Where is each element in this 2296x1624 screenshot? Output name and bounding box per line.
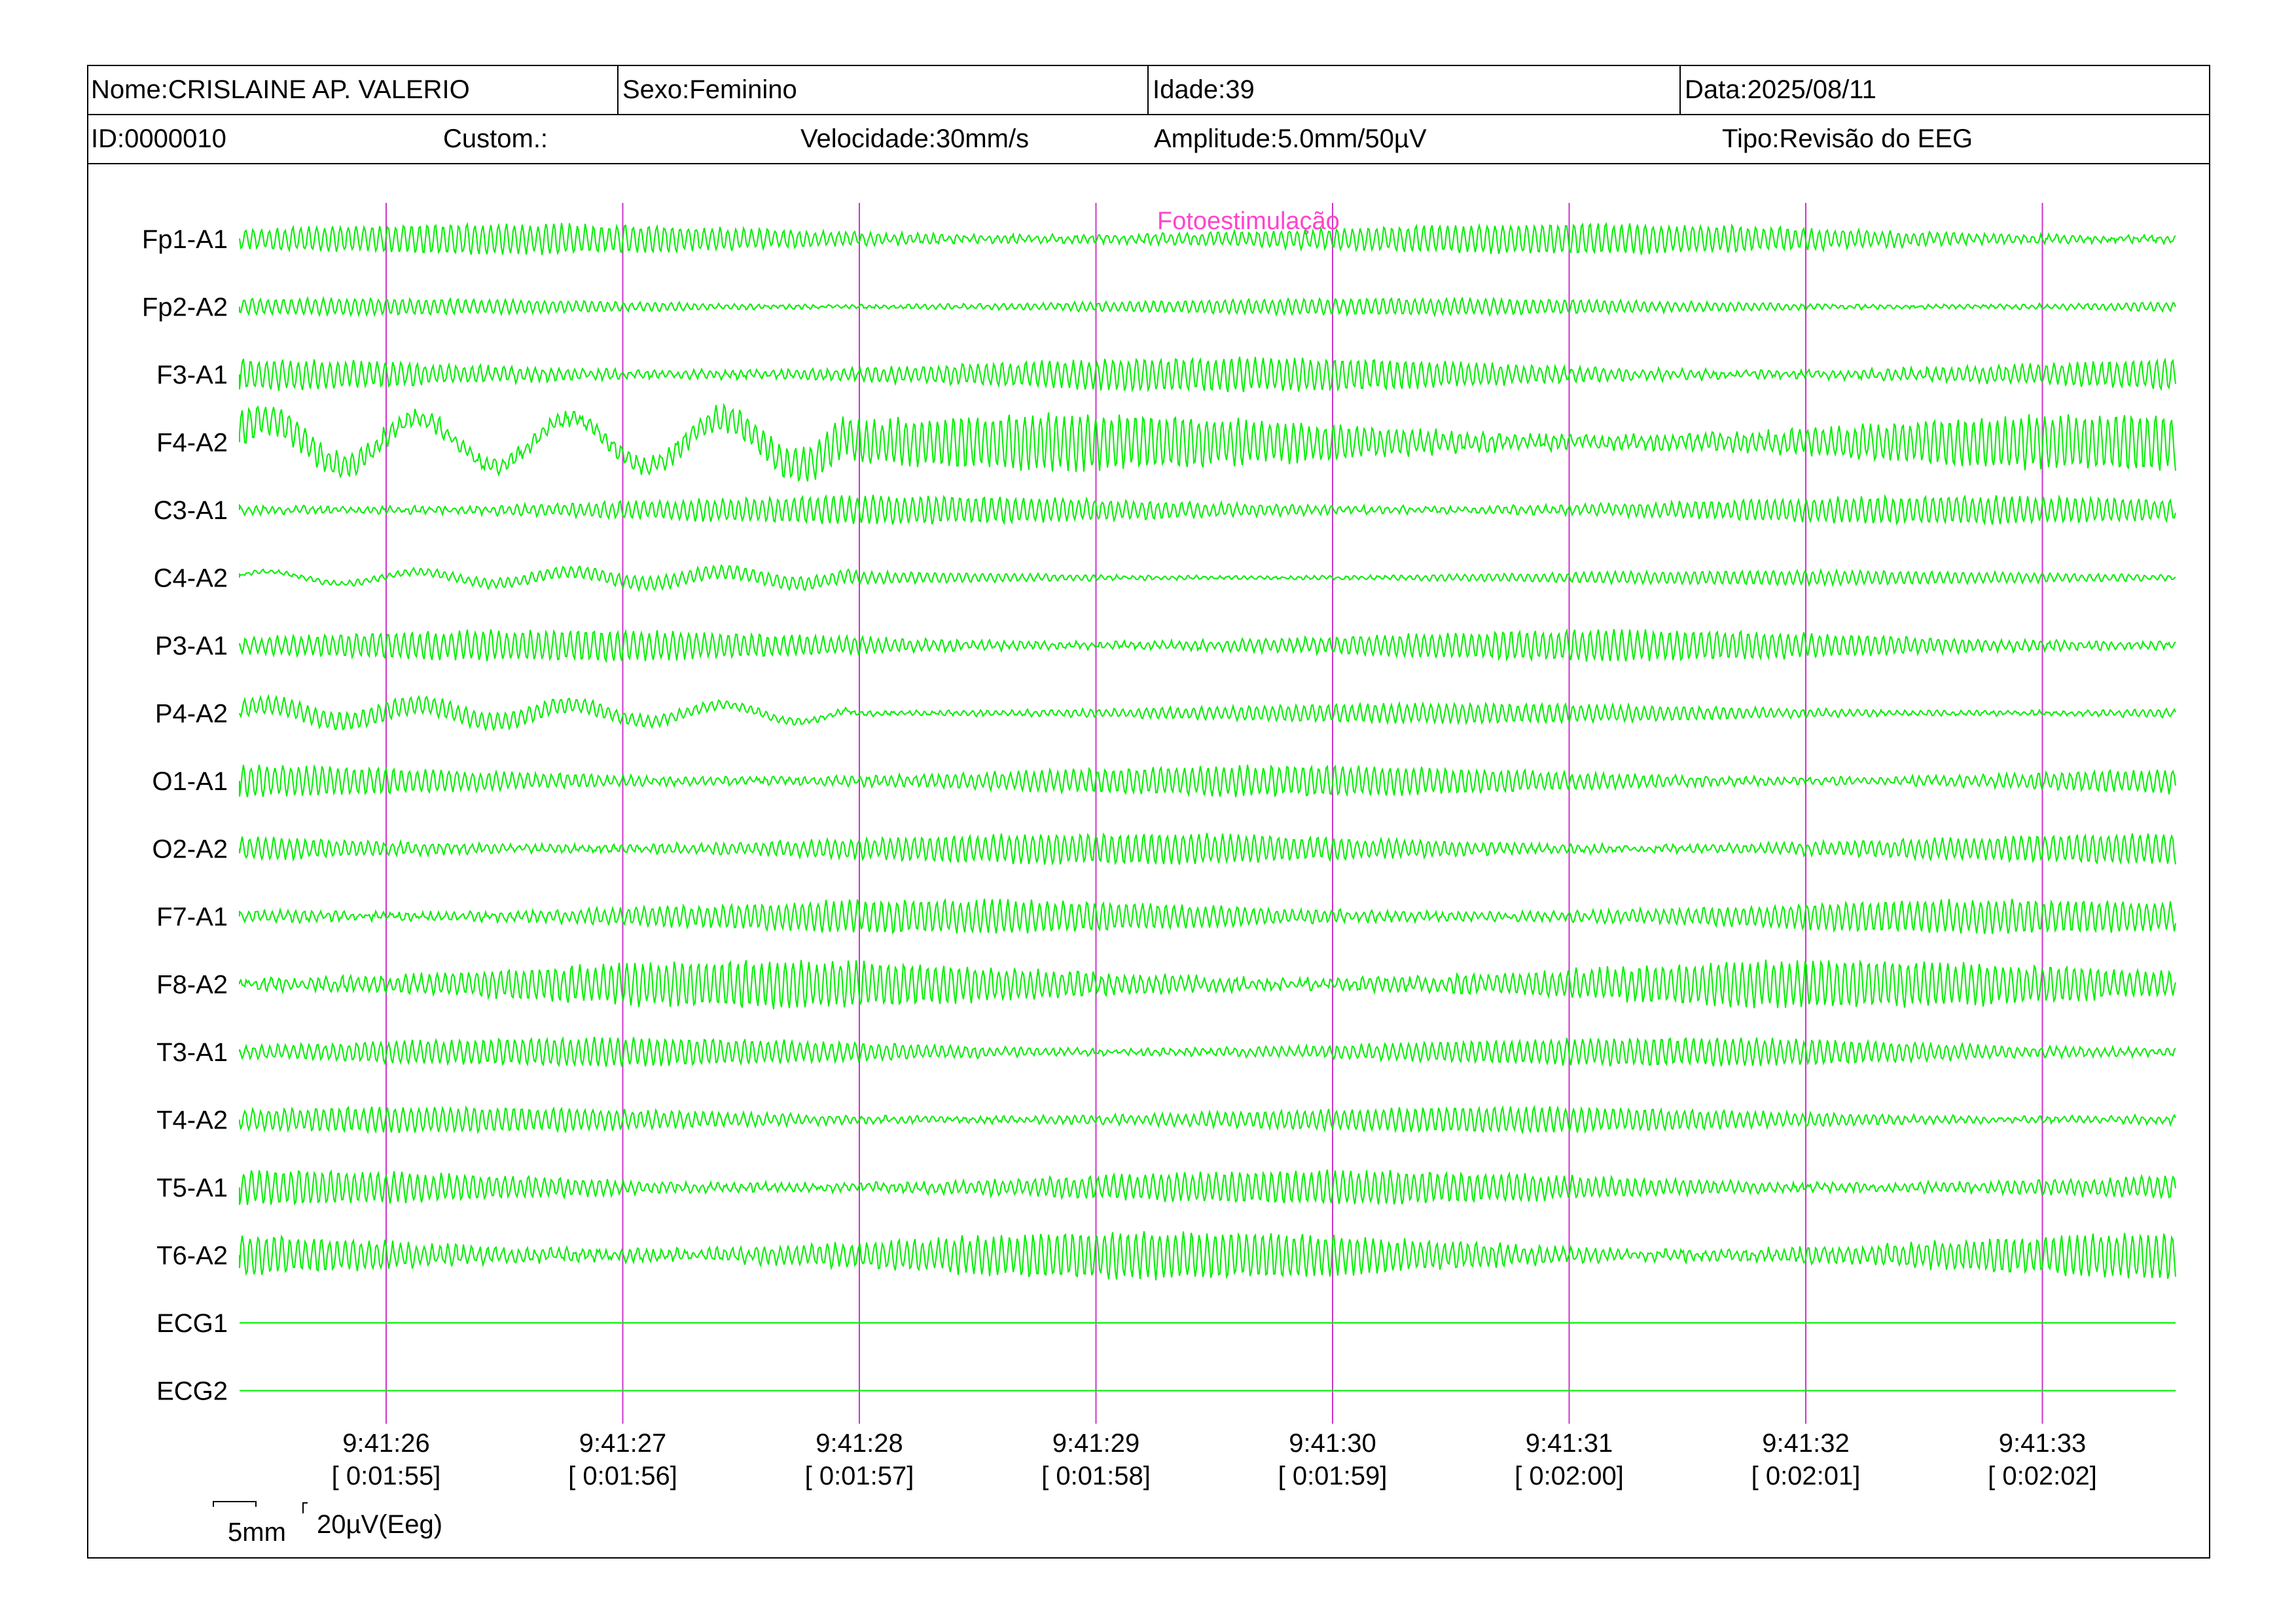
channel-label-ecg2: ECG2 xyxy=(156,1377,228,1406)
channel-label-p4-a2: P4-A2 xyxy=(155,700,228,729)
time-clock-label: 9:41:31 xyxy=(1526,1429,1613,1458)
channel-label-f7-a1: F7-A1 xyxy=(156,903,228,931)
trace-f7-a1 xyxy=(239,897,2176,935)
time-clock-label: 9:41:33 xyxy=(1999,1429,2086,1458)
time-elapsed-label: [ 0:01:56] xyxy=(568,1462,677,1490)
time-clock-label: 9:41:32 xyxy=(1762,1429,1849,1458)
trace-o1-a1 xyxy=(239,764,2176,798)
channel-label-t3-a1: T3-A1 xyxy=(156,1038,228,1067)
time-elapsed-label: [ 0:01:59] xyxy=(1278,1462,1388,1490)
channel-label-t4-a2: T4-A2 xyxy=(156,1106,228,1135)
trace-f8-a2 xyxy=(239,959,2176,1009)
trace-f3-a1 xyxy=(239,356,2176,393)
time-scale-bar xyxy=(213,1501,257,1507)
channel-label-ecg1: ECG1 xyxy=(156,1309,228,1338)
time-axis: 9:41:26 [ 0:01:55] 9:41:27 [ 0:01:56] 9:41:2… xyxy=(332,1429,2097,1490)
time-elapsed-label: [ 0:02:02] xyxy=(1988,1462,2097,1490)
channel-label-o1-a1: O1-A1 xyxy=(152,767,228,796)
channel-label-f3-a1: F3-A1 xyxy=(156,361,228,389)
time-elapsed-label: [ 0:02:01] xyxy=(1751,1462,1861,1490)
time-clock-label: 9:41:26 xyxy=(342,1429,429,1458)
trace-t5-a1 xyxy=(239,1169,2176,1206)
trace-t6-a2 xyxy=(239,1231,2176,1280)
channel-label-o2-a2: O2-A2 xyxy=(152,835,228,864)
eeg-trace-area: Fp1-A1 Fp2-A2 F3-A1 F4-A2 C3-A1 C4-A2 P3-A1 P4-… xyxy=(142,203,2176,1547)
time-clock-label: 9:41:29 xyxy=(1052,1429,1139,1458)
channel-label-c3-a1: C3-A1 xyxy=(154,496,228,525)
photostimulation-label: Fotoestimulação xyxy=(1157,208,1340,235)
time-elapsed-label: [ 0:02:00] xyxy=(1515,1462,1624,1490)
time-clock-label: 9:41:28 xyxy=(816,1429,903,1458)
trace-p4-a2 xyxy=(239,694,2176,732)
channel-label-t6-a2: T6-A2 xyxy=(156,1242,228,1271)
trace-c4-a2 xyxy=(239,564,2176,592)
amp-scale-bar xyxy=(302,1502,308,1513)
channel-traces xyxy=(239,221,2176,1392)
channel-label-f8-a2: F8-A2 xyxy=(156,971,228,1000)
channel-label-fp2-a2: Fp2-A2 xyxy=(142,293,228,322)
trace-fp2-a2 xyxy=(239,295,2176,317)
channel-labels: Fp1-A1 Fp2-A2 F3-A1 F4-A2 C3-A1 C4-A2 P3-A1 P4-… xyxy=(142,225,228,1406)
time-elapsed-label: [ 0:01:55] xyxy=(332,1462,441,1490)
time-clock-label: 9:41:30 xyxy=(1289,1429,1376,1458)
trace-f4-a2 xyxy=(239,403,2176,482)
trace-o2-a2 xyxy=(239,832,2176,866)
trace-p3-a1 xyxy=(239,628,2176,664)
time-clock-label: 9:41:27 xyxy=(579,1429,666,1458)
channel-label-fp1-a1: Fp1-A1 xyxy=(142,225,228,254)
channel-label-t5-a1: T5-A1 xyxy=(156,1174,228,1202)
trace-c3-a1 xyxy=(239,494,2176,526)
amp-scale-label: 20µV(Eeg) xyxy=(317,1510,442,1539)
time-elapsed-label: [ 0:01:58] xyxy=(1041,1462,1151,1490)
channel-label-f4-a2: F4-A2 xyxy=(156,429,228,458)
time-elapsed-label: [ 0:01:57] xyxy=(805,1462,914,1490)
calibration-scale: 5mm 20µV(Eeg) xyxy=(213,1501,442,1547)
channel-label-c4-a2: C4-A2 xyxy=(154,564,228,593)
trace-t4-a2 xyxy=(239,1104,2176,1135)
time-scale-label: 5mm xyxy=(228,1518,286,1547)
trace-t3-a1 xyxy=(239,1036,2176,1068)
channel-label-p3-a1: P3-A1 xyxy=(155,632,228,660)
